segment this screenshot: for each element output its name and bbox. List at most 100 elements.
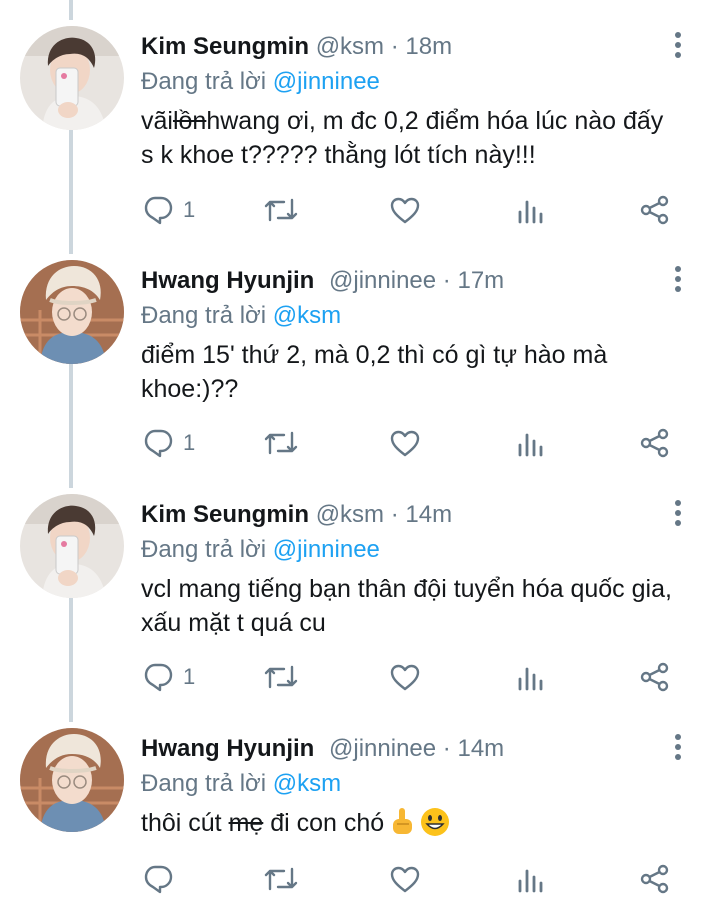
avatar[interactable]: [20, 728, 124, 832]
display-name[interactable]: Kim Seungmin: [141, 501, 309, 528]
text-part: điểm 15' thứ 2, mà 0,2 thì có gì tự hào …: [141, 341, 608, 403]
separator-dot: ·: [442, 267, 451, 294]
timestamp[interactable]: 14m: [457, 735, 504, 762]
tweet[interactable]: Hwang Hyunjin @jinninee · 17m Đang trả l…: [0, 260, 720, 480]
tweet-text: thôi cút mẹ đi con chó: [141, 806, 681, 840]
mention-link[interactable]: @jinninee: [273, 536, 380, 563]
retweet-button[interactable]: [263, 423, 299, 463]
replying-prefix: Đang trả lời: [141, 770, 267, 797]
tweet[interactable]: Kim Seungmin @ksm · 18m Đang trả lời @ji…: [0, 26, 720, 246]
tweet[interactable]: Hwang Hyunjin @jinninee · 14m Đang trả l…: [0, 728, 720, 908]
reply-icon: [144, 429, 173, 458]
share-button[interactable]: [638, 657, 672, 697]
like-button[interactable]: [389, 190, 421, 230]
tweet-header: Hwang Hyunjin @jinninee · 17m: [141, 266, 660, 296]
timestamp[interactable]: 14m: [405, 501, 452, 528]
analytics-button[interactable]: [516, 190, 546, 230]
reply-button[interactable]: 1: [142, 423, 195, 463]
reply-count: 1: [183, 197, 196, 222]
like-button[interactable]: [389, 859, 421, 899]
user-handle[interactable]: @jinninee: [329, 735, 436, 762]
text-part: hwang ơi, m đc 0,2 điểm hóa lúc nào đấy …: [141, 107, 664, 169]
user-handle[interactable]: @ksm: [316, 501, 384, 528]
like-icon: [390, 866, 420, 893]
timestamp[interactable]: 18m: [405, 33, 452, 60]
reply-button[interactable]: 1: [142, 657, 195, 697]
tweet-actions: 1: [0, 423, 720, 463]
tweet-actions: 1: [0, 190, 720, 230]
struck-text: mẹ: [228, 809, 264, 837]
reply-button[interactable]: 1: [142, 190, 195, 230]
replying-to: Đang trả lời @jinninee: [141, 535, 380, 565]
analytics-button[interactable]: [516, 859, 546, 899]
separator-dot: ·: [390, 33, 399, 60]
retweet-icon: [264, 431, 298, 455]
analytics-icon: [518, 667, 543, 691]
replying-to: Đang trả lời @ksm: [141, 301, 341, 331]
more-icon[interactable]: [668, 732, 688, 762]
more-icon[interactable]: [668, 30, 688, 60]
more-icon[interactable]: [668, 264, 688, 294]
reply-button[interactable]: [142, 859, 183, 899]
user-handle[interactable]: @ksm: [316, 33, 384, 60]
display-name[interactable]: Kim Seungmin: [141, 33, 309, 60]
analytics-button[interactable]: [516, 423, 546, 463]
retweet-icon: [264, 665, 298, 689]
mention-link[interactable]: @ksm: [273, 770, 341, 797]
analytics-icon: [518, 200, 543, 224]
grinning-face-emoji: [421, 808, 450, 836]
text-part: đi con chó: [263, 809, 385, 837]
text-part: vãi: [141, 107, 173, 135]
reply-icon: [144, 196, 173, 225]
display-name[interactable]: Hwang Hyunjin: [141, 267, 314, 294]
share-button[interactable]: [638, 190, 672, 230]
tweet-actions: 1: [0, 657, 720, 697]
text-part: thôi cút: [141, 809, 229, 837]
like-button[interactable]: [389, 657, 421, 697]
analytics-button[interactable]: [516, 657, 546, 697]
tweet[interactable]: Kim Seungmin @ksm · 14m Đang trả lời @ji…: [0, 494, 720, 714]
reply-icon: [144, 865, 173, 894]
like-icon: [390, 664, 420, 691]
share-icon: [640, 662, 669, 692]
reply-icon: [144, 663, 173, 692]
like-button[interactable]: [389, 423, 421, 463]
share-button[interactable]: [638, 423, 672, 463]
tweet-text: vãilồnhwang ơi, m đc 0,2 điểm hóa lúc nà…: [141, 104, 681, 172]
more-icon[interactable]: [668, 498, 688, 528]
retweet-icon: [264, 867, 298, 891]
share-icon: [640, 428, 669, 458]
mention-link[interactable]: @jinninee: [273, 68, 380, 95]
retweet-button[interactable]: [263, 190, 299, 230]
share-button[interactable]: [638, 859, 672, 899]
thread-connector: [69, 0, 73, 20]
middle-finger-emoji: [393, 808, 413, 834]
replying-prefix: Đang trả lời: [141, 536, 267, 563]
avatar[interactable]: [20, 260, 124, 364]
tweet-header: Kim Seungmin @ksm · 18m: [141, 32, 660, 62]
struck-text: lồn: [172, 107, 207, 135]
retweet-button[interactable]: [263, 657, 299, 697]
analytics-icon: [518, 433, 543, 457]
retweet-icon: [264, 198, 298, 222]
like-icon: [390, 197, 420, 224]
reply-count: 1: [183, 664, 196, 689]
text-part: vcl mang tiếng bạn thân đội tuyển hóa qu…: [141, 575, 672, 637]
share-icon: [640, 864, 669, 894]
tweet-header: Kim Seungmin @ksm · 14m: [141, 500, 660, 530]
user-handle[interactable]: @jinninee: [329, 267, 436, 294]
replying-prefix: Đang trả lời: [141, 68, 267, 95]
separator-dot: ·: [390, 501, 399, 528]
timestamp[interactable]: 17m: [457, 267, 504, 294]
tweet-text: vcl mang tiếng bạn thân đội tuyển hóa qu…: [141, 572, 681, 640]
display-name[interactable]: Hwang Hyunjin: [141, 735, 314, 762]
avatar[interactable]: [20, 494, 124, 598]
tweet-actions: [0, 859, 720, 899]
tweet-header: Hwang Hyunjin @jinninee · 14m: [141, 734, 660, 764]
replying-prefix: Đang trả lời: [141, 302, 267, 329]
avatar[interactable]: [20, 26, 124, 130]
tweet-text: điểm 15' thứ 2, mà 0,2 thì có gì tự hào …: [141, 338, 681, 406]
retweet-button[interactable]: [263, 859, 299, 899]
mention-link[interactable]: @ksm: [273, 302, 341, 329]
replying-to: Đang trả lời @ksm: [141, 769, 341, 799]
